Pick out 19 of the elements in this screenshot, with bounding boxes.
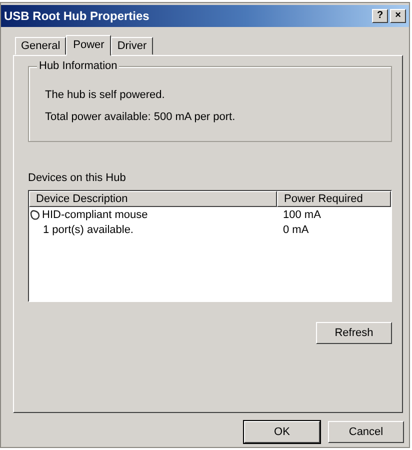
tab[interactable]: General — [15, 37, 66, 55]
power-value: 100 mA — [282, 208, 322, 220]
help-button[interactable]: ? — [372, 9, 388, 23]
device-name[interactable]: 1 port(s) available. — [43, 224, 134, 236]
column-header[interactable]: Device Description — [29, 191, 277, 207]
tab[interactable]: Power — [66, 35, 112, 56]
column-header[interactable]: Power Required — [277, 191, 391, 207]
tab[interactable]: Driver — [111, 37, 153, 55]
list-label: Devices on this Hub — [28, 172, 127, 184]
power-value: 0 mA — [282, 224, 310, 236]
dialog-button[interactable]: Cancel — [328, 421, 404, 443]
info-text: Total power available: 500 mA per port. — [45, 111, 236, 123]
close-button[interactable]: × — [390, 9, 406, 23]
dialog-button[interactable]: OK — [244, 421, 320, 443]
group-title: Hub Information — [37, 60, 120, 72]
window-title: USB Root Hub Properties — [4, 9, 150, 23]
info-text: The hub is self powered. — [45, 89, 166, 101]
refresh-button[interactable]: Refresh — [316, 322, 392, 344]
device-name[interactable]: HID-compliant mouse — [42, 208, 148, 220]
